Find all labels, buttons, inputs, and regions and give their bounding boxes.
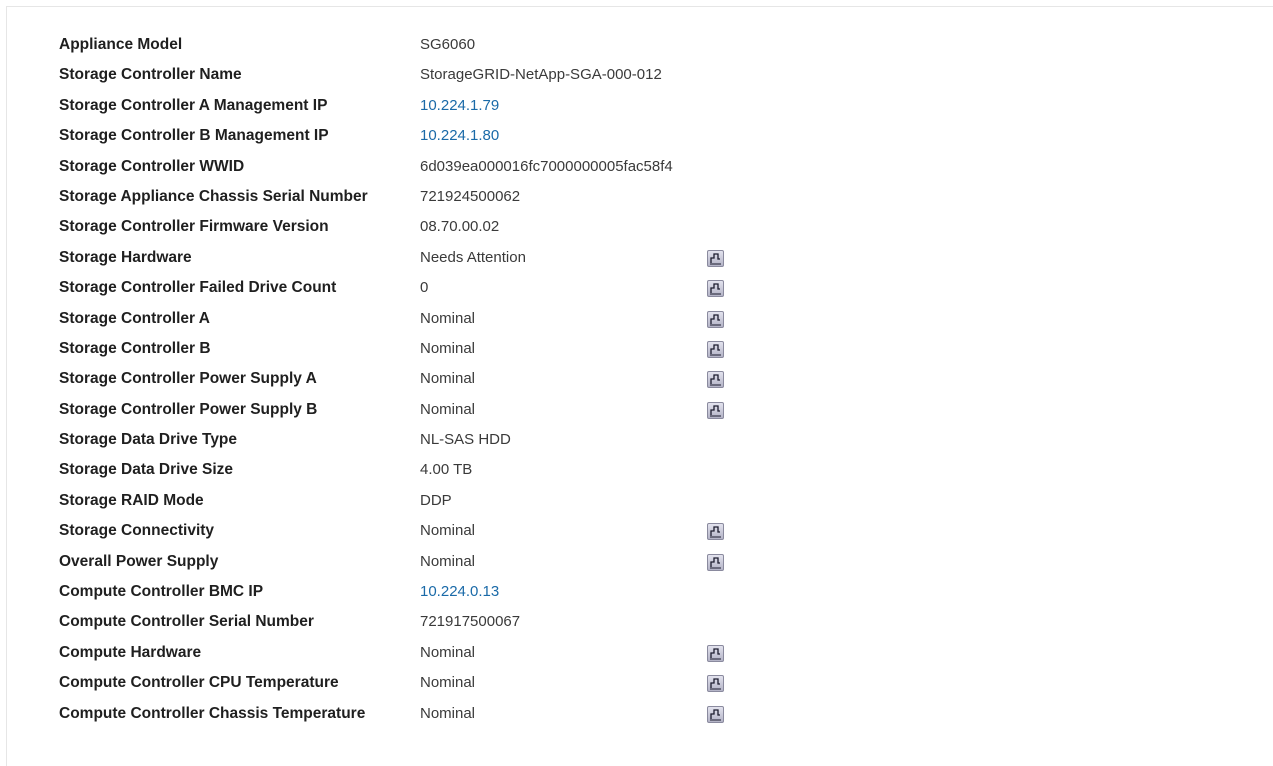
table-row-bmc-ip: Compute Controller BMC IP 10.224.0.13 [7, 583, 1273, 613]
attribute-value: NL-SAS HDD [420, 431, 511, 449]
table-row-controller-a-management-ip: Storage Controller A Management IP 10.22… [7, 97, 1273, 127]
table-row-controller-b-management-ip: Storage Controller B Management IP 10.22… [7, 127, 1273, 157]
chart-icon[interactable] [707, 371, 724, 389]
attribute-value: 721924500062 [420, 187, 521, 205]
table-row-raid-mode: Storage RAID Mode DDP [7, 492, 1273, 522]
attribute-value: StorageGRID-NetApp-SGA-000-012 [420, 66, 662, 84]
attribute-label: Storage Appliance Chassis Serial Number [59, 187, 368, 205]
attribute-label: Compute Hardware [59, 643, 202, 661]
ip-link[interactable]: 10.224.1.79 [420, 97, 499, 115]
attribute-label: Compute Controller CPU Temperature [59, 674, 339, 692]
status-value: Nominal [420, 339, 476, 357]
attribute-label: Appliance Model [59, 36, 183, 53]
table-row-cpu-temperature: Compute Controller CPU Temperature Nomin… [7, 674, 1273, 704]
chart-icon[interactable] [707, 705, 724, 723]
chart-icon[interactable] [707, 401, 724, 419]
attribute-label: Storage Controller WWID [59, 157, 245, 175]
attribute-value: SG6060 [420, 36, 476, 53]
table-row-chassis-serial-number: Storage Appliance Chassis Serial Number … [7, 188, 1273, 218]
attribute-label: Storage Controller Name [59, 66, 242, 84]
attribute-table: Appliance Model SG6060 Storage Controlle… [7, 36, 1273, 735]
attribute-label: Storage Hardware [59, 248, 192, 266]
table-row-failed-drive-count: Storage Controller Failed Drive Count 0 [7, 279, 1273, 309]
table-row-compute-serial-number: Compute Controller Serial Number 7219175… [7, 613, 1273, 643]
attribute-label: Storage Controller B [59, 339, 211, 357]
table-row-storage-controller-b: Storage Controller B Nominal [7, 340, 1273, 370]
attribute-label: Compute Controller Serial Number [59, 613, 314, 631]
status-value: Needs Attention [420, 248, 526, 266]
attribute-value: DDP [420, 491, 452, 509]
table-row-storage-connectivity: Storage Connectivity Nominal [7, 522, 1273, 552]
attribute-label: Storage Controller Power Supply B [59, 400, 318, 418]
status-value: 0 [420, 279, 429, 297]
table-row-firmware-version: Storage Controller Firmware Version 08.7… [7, 218, 1273, 248]
attribute-label: Storage Controller B Management IP [59, 127, 329, 145]
appliance-details-panel: Appliance Model SG6060 Storage Controlle… [6, 6, 1273, 766]
chart-icon[interactable] [707, 280, 724, 298]
table-row-power-supply-b: Storage Controller Power Supply B Nomina… [7, 401, 1273, 431]
attribute-value: 721917500067 [420, 613, 521, 631]
table-row-data-drive-size: Storage Data Drive Size 4.00 TB [7, 461, 1273, 491]
attribute-label: Overall Power Supply [59, 552, 219, 570]
status-value: Nominal [420, 552, 476, 570]
status-value: Nominal [420, 400, 476, 418]
status-value: Nominal [420, 674, 476, 692]
status-value: Nominal [420, 370, 476, 388]
status-value: Nominal [420, 522, 476, 540]
status-value: Nominal [420, 704, 476, 722]
table-row-storage-controller-a: Storage Controller A Nominal [7, 310, 1273, 340]
table-row-storage-hardware: Storage Hardware Needs Attention [7, 249, 1273, 279]
attribute-label: Storage Controller Firmware Version [59, 218, 329, 236]
chart-icon[interactable] [707, 310, 724, 328]
table-row-storage-controller-wwid: Storage Controller WWID 6d039ea000016fc7… [7, 158, 1273, 188]
table-row-compute-hardware: Compute Hardware Nominal [7, 644, 1273, 674]
chart-icon[interactable] [707, 249, 724, 267]
chart-icon[interactable] [707, 340, 724, 358]
attribute-value: 4.00 TB [420, 461, 473, 479]
attribute-label: Storage Controller Failed Drive Count [59, 279, 337, 297]
table-row-power-supply-a: Storage Controller Power Supply A Nomina… [7, 370, 1273, 400]
attribute-value: 6d039ea000016fc7000000005fac58f4 [420, 157, 673, 175]
ip-link[interactable]: 10.224.0.13 [420, 583, 499, 601]
attribute-value: 08.70.00.02 [420, 218, 500, 236]
chart-icon[interactable] [707, 644, 724, 662]
chart-icon[interactable] [707, 553, 724, 571]
table-row-overall-power-supply: Overall Power Supply Nominal [7, 553, 1273, 583]
table-row-storage-controller-name: Storage Controller Name StorageGRID-NetA… [7, 66, 1273, 96]
attribute-label: Storage Controller Power Supply A [59, 370, 317, 388]
attribute-label: Storage RAID Mode [59, 491, 204, 509]
chart-icon[interactable] [707, 523, 724, 541]
status-value: Nominal [420, 309, 476, 327]
table-row-data-drive-type: Storage Data Drive Type NL-SAS HDD [7, 431, 1273, 461]
status-value: Nominal [420, 643, 476, 661]
attribute-label: Storage Data Drive Type [59, 431, 238, 449]
ip-link[interactable]: 10.224.1.80 [420, 127, 499, 145]
attribute-label: Compute Controller BMC IP [59, 583, 264, 601]
attribute-label: Storage Connectivity [59, 522, 215, 540]
attribute-label: Compute Controller Chassis Temperature [59, 704, 366, 722]
table-row-appliance-model: Appliance Model SG6060 [7, 36, 1273, 66]
chart-icon[interactable] [707, 675, 724, 693]
attribute-label: Storage Data Drive Size [59, 461, 234, 479]
attribute-label: Storage Controller A [59, 309, 210, 327]
attribute-label: Storage Controller A Management IP [59, 96, 328, 114]
table-row-chassis-temperature: Compute Controller Chassis Temperature N… [7, 705, 1273, 735]
